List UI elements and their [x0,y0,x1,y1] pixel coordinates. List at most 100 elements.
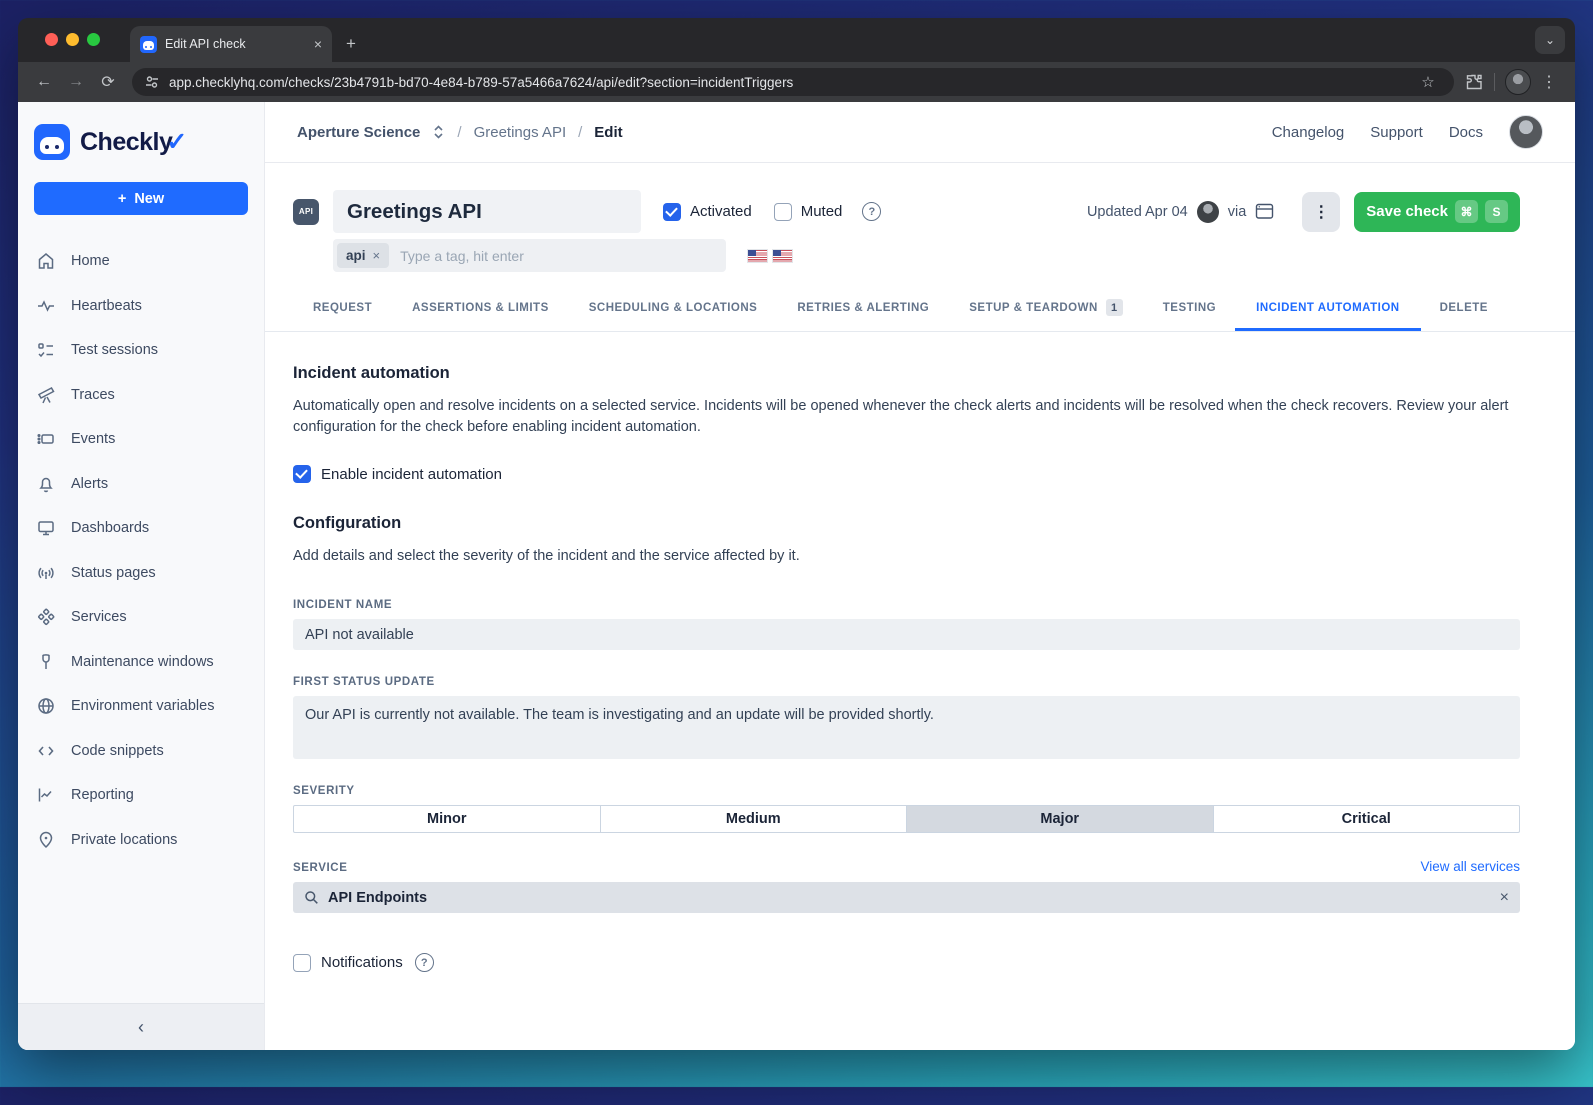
map-pin-icon [36,830,56,850]
changelog-link[interactable]: Changelog [1272,124,1345,141]
docs-link[interactable]: Docs [1449,124,1483,141]
notifications-help-icon[interactable]: ? [415,953,434,972]
url-text[interactable]: app.checklyhq.com/checks/23b4791b-bd70-4… [169,75,1405,90]
severity-option-medium[interactable]: Medium [600,806,907,832]
tab-scheduling-locations[interactable]: SCHEDULING & LOCATIONS [589,299,758,331]
close-window-button[interactable] [45,33,58,46]
forward-button[interactable]: → [62,68,90,96]
breadcrumb-account[interactable]: Aperture Science [297,124,420,141]
sidebar-item-test-sessions[interactable]: Test sessions [18,328,264,373]
sidebar-item-alerts[interactable]: Alerts [18,462,264,507]
broadcast-icon [36,563,56,583]
section-description: Automatically open and resolve incidents… [293,396,1520,438]
chart-icon [36,785,56,805]
breadcrumb: Aperture Science / Greetings API / Edit [297,124,623,141]
check-options-button[interactable]: ⋮ [1302,192,1340,232]
browser-profile-avatar[interactable] [1505,69,1531,95]
bell-icon [36,474,56,494]
toolbar-divider [1494,73,1495,91]
telescope-icon [36,385,56,405]
sidebar-item-status-pages[interactable]: Status pages [18,551,264,596]
support-link[interactable]: Support [1370,124,1423,141]
view-all-services-link[interactable]: View all services [1420,859,1520,874]
tab-request[interactable]: REQUEST [313,299,372,331]
reload-button[interactable]: ⟳ [94,68,122,96]
minimize-window-button[interactable] [66,33,79,46]
severity-field: SEVERITY Minor Medium Major Critical [293,785,1520,833]
new-button[interactable]: + New [34,182,248,215]
sidebar-item-events[interactable]: Events [18,417,264,462]
incident-name-input[interactable] [293,619,1520,650]
notifications-group[interactable]: Notifications ? [293,953,1520,972]
sidebar-item-private-locations[interactable]: Private locations [18,818,264,863]
address-bar[interactable]: app.checklyhq.com/checks/23b4791b-bd70-4… [132,68,1454,96]
first-status-update-textarea[interactable]: Our API is currently not available. The … [293,696,1520,759]
heartbeat-icon [36,296,56,316]
section-title: Incident automation [293,364,1520,383]
browser-tab[interactable]: Edit API check × [130,26,332,62]
severity-option-critical[interactable]: Critical [1213,806,1520,832]
tag-input[interactable]: api × Type a tag, hit enter [333,239,726,272]
muted-checkbox[interactable] [774,203,792,221]
tab-search-button[interactable]: ⌄ [1535,26,1565,54]
severity-option-minor[interactable]: Minor [294,806,600,832]
checkly-logo[interactable]: Checkly✓ [18,102,264,178]
sidebar-collapse-button[interactable]: ‹ [18,1003,264,1050]
tag-placeholder: Type a tag, hit enter [400,248,524,264]
check-type-badge: API [293,199,319,225]
browser-menu-icon[interactable]: ⋮ [1535,68,1563,96]
bookmark-star-icon[interactable]: ☆ [1414,68,1442,96]
tab-assertions-limits[interactable]: ASSERTIONS & LIMITS [412,299,549,331]
enable-incident-automation-checkbox[interactable] [293,465,311,483]
enable-incident-automation-group[interactable]: Enable incident automation [293,465,1520,483]
sidebar-item-traces[interactable]: Traces [18,373,264,418]
check-name-input[interactable] [333,190,641,233]
back-button[interactable]: ← [30,68,58,96]
breadcrumb-check[interactable]: Greetings API [474,124,567,141]
via-text: via [1228,204,1247,220]
account-switcher-icon[interactable] [432,124,445,140]
sidebar-item-home[interactable]: Home [18,239,264,284]
severity-label: SEVERITY [293,785,1520,797]
configuration-title: Configuration [293,514,1520,533]
sidebar-item-heartbeats[interactable]: Heartbeats [18,284,264,329]
tab-setup-teardown[interactable]: SETUP & TEARDOWN1 [969,299,1123,331]
updated-by-avatar [1197,201,1219,223]
tab-close-icon[interactable]: × [314,36,322,52]
sidebar-item-dashboards[interactable]: Dashboards [18,506,264,551]
severity-option-major[interactable]: Major [906,806,1213,832]
notifications-checkbox[interactable] [293,954,311,972]
monitor-icon [36,518,56,538]
remove-tag-icon[interactable]: × [373,248,381,263]
sidebar-item-maintenance-windows[interactable]: Maintenance windows [18,640,264,685]
checkly-raccoon-icon [34,124,70,160]
sidebar-item-code-snippets[interactable]: Code snippets [18,729,264,774]
incident-name-label: INCIDENT NAME [293,599,1520,611]
sidebar-item-services[interactable]: Services [18,595,264,640]
tab-title: Edit API check [165,37,306,51]
wordmark-check-icon: ✓ [166,128,186,156]
check-header: API Activated Muted ? Updated Apr 04 [265,163,1575,272]
sidebar-item-reporting[interactable]: Reporting [18,773,264,818]
severity-segmented-control: Minor Medium Major Critical [293,805,1520,833]
site-info-icon[interactable] [144,74,160,90]
service-search-input[interactable]: API Endpoints × [293,882,1520,913]
extensions-icon[interactable] [1464,72,1484,92]
muted-help-icon[interactable]: ? [862,202,881,221]
new-tab-button[interactable]: + [346,34,356,54]
tab-retries-alerting[interactable]: RETRIES & ALERTING [797,299,929,331]
sidebar: Checkly✓ + New Home Heartbeats Test sess… [18,102,265,1050]
tab-delete[interactable]: DELETE [1440,299,1488,331]
sidebar-item-environment-variables[interactable]: Environment variables [18,684,264,729]
tab-incident-automation[interactable]: INCIDENT AUTOMATION [1235,299,1420,331]
save-check-button[interactable]: Save check ⌘ S [1354,192,1520,232]
zoom-window-button[interactable] [87,33,100,46]
activated-checkbox-group[interactable]: Activated [663,203,752,221]
muted-checkbox-group[interactable]: Muted [774,203,843,221]
service-label: SERVICE [293,862,347,874]
clear-service-icon[interactable]: × [1500,889,1509,907]
tab-testing[interactable]: TESTING [1163,299,1216,331]
user-avatar[interactable] [1509,115,1543,149]
activated-checkbox[interactable] [663,203,681,221]
configuration-description: Add details and select the severity of t… [293,546,1520,567]
